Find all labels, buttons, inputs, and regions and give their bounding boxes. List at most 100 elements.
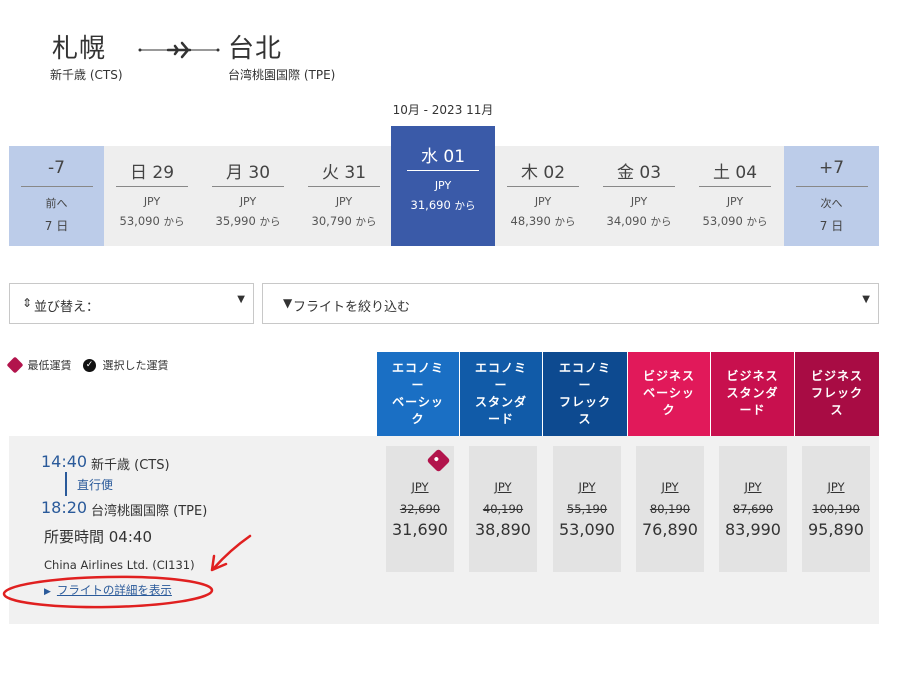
next-week-label: +7: [818, 158, 845, 178]
fare-original-price: 100,190: [812, 502, 860, 516]
date-day: 土 04: [712, 163, 758, 183]
next-week-days: 7 日: [819, 219, 844, 233]
date-cell-30[interactable]: 月 30 JPY 35,990 から: [200, 146, 296, 246]
departure-time: 14:40: [41, 452, 88, 471]
fare-legend: 最低運賃 ✓ 選択した運賃: [6, 356, 169, 375]
fare-price: 83,990: [725, 520, 781, 539]
divider: [116, 186, 188, 187]
date-currency: JPY: [630, 195, 648, 208]
divider: [308, 186, 380, 187]
date-cell-02[interactable]: 木 02 JPY 48,390 から: [495, 146, 591, 246]
nonstop-line: [65, 472, 67, 496]
fare-header-business-basic: ビジネス ベーシック: [628, 352, 710, 436]
date-day: 火 31: [321, 163, 367, 183]
price-tag-icon: [6, 356, 24, 374]
date-cell-29[interactable]: 日 29 JPY 53,090 から: [104, 146, 200, 246]
fare-price: 95,890: [808, 520, 864, 539]
nonstop-label: 直行便: [77, 478, 114, 492]
prev-week-days: 7 日: [44, 219, 69, 233]
date-cell-03[interactable]: 金 03 JPY 34,090 から: [591, 146, 687, 246]
fare-currency: JPY: [661, 480, 679, 494]
date-day: 金 03: [616, 163, 662, 183]
fare-option-economy-flex[interactable]: JPY 55,190 53,090: [553, 446, 621, 572]
fare-original-price: 87,690: [732, 502, 774, 516]
fare-option-economy-basic[interactable]: JPY 32,690 31,690: [386, 446, 454, 572]
flight-info: 14:40 新千歳 (CTS) 直行便 18:20 台湾桃園国際 (TPE) 所…: [9, 436, 379, 606]
prev-week-button[interactable]: -7 前へ 7 日: [9, 146, 104, 246]
month-label: 10月 - 2023 11月: [392, 103, 494, 117]
airline-name: China Airlines Ltd. (CI131): [44, 558, 195, 572]
filter-label: フライトを絞り込む: [293, 300, 411, 315]
fare-price: 76,890: [642, 520, 698, 539]
fare-option-business-standard[interactable]: JPY 87,690 83,990: [719, 446, 787, 572]
fare-price: 31,690: [392, 520, 448, 539]
date-price: 31,690 から: [410, 198, 476, 212]
arrival-airport: 台湾桃園国際 (TPE): [91, 504, 208, 519]
date-day: 月 30: [225, 163, 271, 183]
sort-updown-icon: ⇕: [22, 296, 33, 310]
fare-header-economy-basic: エコノミーベーシック: [377, 352, 459, 436]
divider: [407, 170, 479, 171]
filter-dropdown[interactable]: ▼ フライトを絞り込む ▼: [262, 283, 879, 324]
divider: [603, 186, 675, 187]
destination-city: 台北: [228, 34, 283, 64]
fare-price: 53,090: [559, 520, 615, 539]
funnel-icon: ▼: [283, 296, 293, 310]
fare-original-price: 40,190: [482, 502, 524, 516]
fare-currency: JPY: [744, 480, 762, 494]
fare-header-business-flex: ビジネス フレックス: [795, 352, 879, 436]
airplane-route-icon: [138, 41, 220, 59]
next-week-button[interactable]: +7 次へ 7 日: [784, 146, 879, 246]
lowest-fare-legend: 最低運賃: [27, 359, 72, 372]
date-currency: JPY: [143, 195, 161, 208]
fare-option-business-flex[interactable]: JPY 100,190 95,890: [802, 446, 870, 572]
date-cell-01-selected[interactable]: 水 01 JPY 31,690 から: [391, 126, 495, 246]
caret-right-icon: ▶: [44, 587, 51, 597]
fare-currency: JPY: [578, 480, 596, 494]
arrival-time: 18:20: [41, 498, 88, 517]
date-price: 53,090 から: [119, 214, 185, 228]
divider: [212, 186, 284, 187]
date-currency: JPY: [534, 195, 552, 208]
chevron-down-icon: ▼: [862, 294, 870, 305]
fare-original-price: 80,190: [649, 502, 691, 516]
date-currency: JPY: [239, 195, 257, 208]
fare-header-economy-standard: エコノミースタンダ ード: [460, 352, 542, 436]
departure-airport: 新千歳 (CTS): [91, 458, 170, 473]
fare-currency: JPY: [411, 480, 429, 494]
fare-header-business-standard: ビジネス スタンダ ード: [711, 352, 794, 436]
fare-option-business-basic[interactable]: JPY 80,190 76,890: [636, 446, 704, 572]
fare-header-economy-flex: エコノミーフレックス: [543, 352, 627, 436]
date-cell-04[interactable]: 土 04 JPY 53,090 から: [687, 146, 783, 246]
sort-dropdown[interactable]: ⇕ 並び替え： ▼: [9, 283, 254, 324]
divider: [507, 186, 579, 187]
origin-city: 札幌: [52, 34, 107, 64]
date-cell-31[interactable]: 火 31 JPY 30,790 から: [296, 146, 392, 246]
date-day: 水 01: [420, 147, 466, 167]
fare-currency: JPY: [494, 480, 512, 494]
origin-airport: 新千歳 (CTS): [50, 68, 123, 82]
date-currency: JPY: [434, 179, 452, 192]
divider: [795, 186, 868, 187]
prev-week-sub: 前へ: [45, 197, 68, 210]
date-price: 35,990 から: [215, 214, 281, 228]
date-price: 34,090 から: [606, 214, 672, 228]
prev-week-label: -7: [48, 158, 65, 178]
date-price: 53,090 から: [702, 214, 768, 228]
flight-details-link[interactable]: ▶ フライトの詳細を表示: [44, 582, 172, 598]
fare-option-economy-standard[interactable]: JPY 40,190 38,890: [469, 446, 537, 572]
divider: [20, 186, 93, 187]
date-price: 48,390 から: [510, 214, 576, 228]
divider: [699, 186, 771, 187]
fare-currency: JPY: [827, 480, 845, 494]
date-day: 日 29: [129, 163, 175, 183]
fare-original-price: 55,190: [566, 502, 608, 516]
date-currency: JPY: [335, 195, 353, 208]
date-price: 30,790 から: [311, 214, 377, 228]
lowest-fare-tag-icon: [426, 448, 451, 473]
flight-duration: 所要時間 04:40: [44, 528, 152, 546]
check-circle-icon: ✓: [83, 358, 96, 372]
date-currency: JPY: [726, 195, 744, 208]
selected-fare-legend: 選択した運賃: [102, 359, 169, 372]
fare-price: 38,890: [475, 520, 531, 539]
